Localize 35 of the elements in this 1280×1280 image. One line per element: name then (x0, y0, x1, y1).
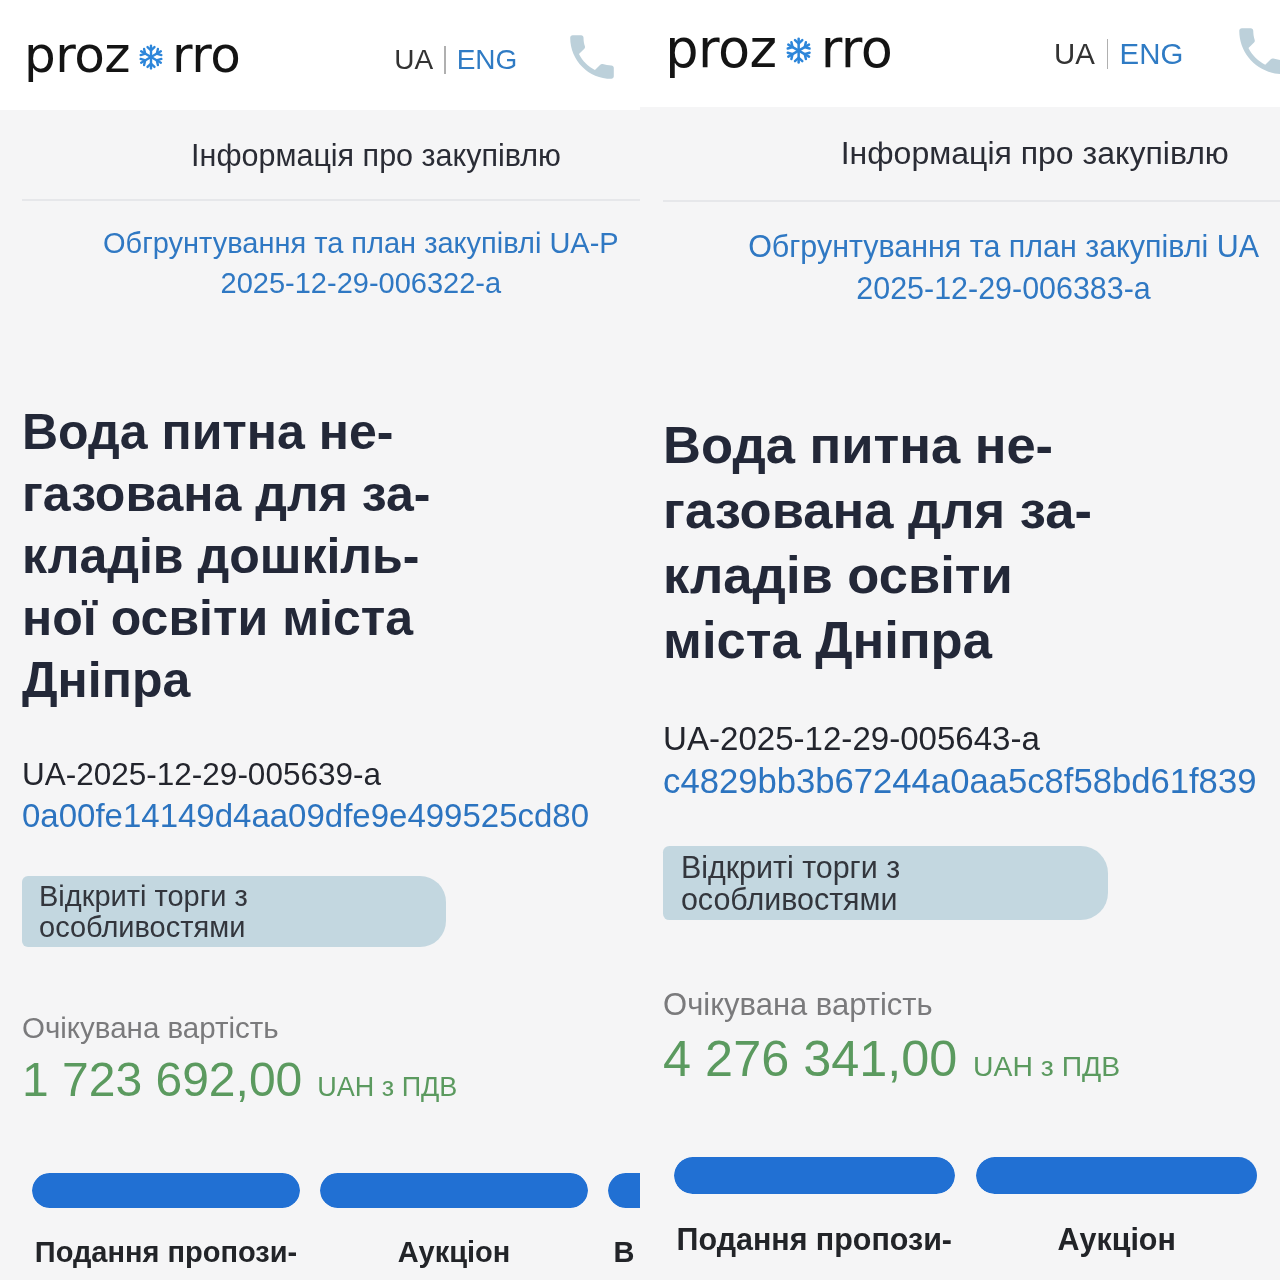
section-heading: Інформація про закупівлю (840, 134, 1229, 173)
stage-label: Подання пропози- (676, 1221, 952, 1259)
tender-hash-link[interactable]: c4829bb3b67244a0aa5c8f58bd61f839 (663, 760, 1257, 804)
plan-link[interactable]: Обгрунтування та план закупівлі UA-P 2025-12-29-006322-a (103, 223, 619, 303)
tender-title: Вода питна не- газована для за- кладів освіти міста Дніпра (663, 413, 1092, 672)
tender-id: UA-2025-12-29-005639-a (22, 755, 381, 794)
expected-value-label: Очікувана вартість (663, 986, 933, 1024)
tender-id: UA-2025-12-29-005643-a (663, 719, 1040, 760)
language-link[interactable]: ENG (456, 43, 518, 77)
plan-link[interactable]: Обгрунтування та план закупівлі UA 2025-12-29-006383-a (748, 225, 1259, 310)
tender-title: Вода питна не- газована для за- кладів дошкіль- ної освіти міста Дніпра (22, 403, 431, 710)
logo-text[interactable]: rro (820, 22, 893, 75)
logo-text[interactable]: proz (24, 30, 131, 80)
snowflake-icon (785, 37, 813, 65)
tender-hash-link[interactable]: 0a00fe14149d4aa09dfe9e499525cd80 (22, 795, 590, 836)
language-link[interactable]: UA (394, 43, 434, 77)
currency-label: UAH з ПДВ (317, 1071, 458, 1104)
procedure-type-badge: Відкриті торги з особливостями (663, 845, 1109, 921)
stage-label: Аукціон (397, 1235, 511, 1270)
expected-value-amount: 1 723 692,00 (22, 1052, 303, 1108)
section-heading: Інформація про закупівлю (191, 137, 561, 173)
stage-label: Аукціон (1057, 1221, 1176, 1259)
language-link[interactable]: ENG (1119, 36, 1184, 72)
currency-label: UAH з ПДВ (973, 1049, 1121, 1085)
expected-value-label: Очікувана вартість (22, 1010, 279, 1046)
snowflake-icon (138, 44, 165, 70)
stage-label: В (613, 1235, 635, 1270)
expected-value-amount: 4 276 341,00 (663, 1030, 958, 1090)
phone-icon[interactable] (1237, 26, 1280, 75)
language-link[interactable]: UA (1054, 36, 1095, 72)
logo-text[interactable]: rro (172, 30, 241, 80)
stage-bar (608, 1173, 640, 1208)
procedure-type-badge: Відкриті торги з особливостями (22, 876, 446, 947)
stage-label: Подання пропози- (34, 1235, 298, 1270)
phone-icon[interactable] (569, 34, 616, 80)
